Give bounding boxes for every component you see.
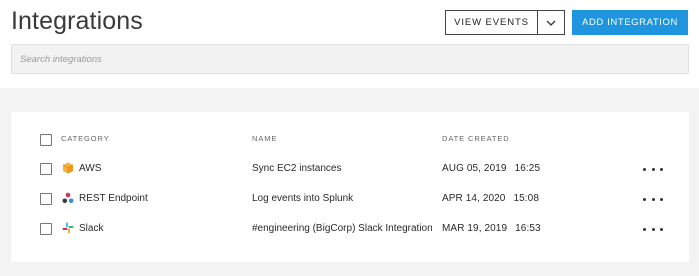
more-options-icon[interactable] [643,163,663,175]
date-value: MAR 19, 2019 [442,223,508,234]
time-value: 15:08 [513,193,539,204]
search-input[interactable] [11,44,689,74]
date-created: AUG 05, 2019 16:25 [442,163,540,174]
date-value: APR 14, 2020 [442,193,506,204]
view-events-button-group: VIEW EVENTS [445,10,565,35]
aws-cube-icon [62,162,74,174]
date-value: AUG 05, 2019 [442,163,507,174]
page-title: Integrations [11,7,143,35]
more-options-icon[interactable] [643,223,663,235]
table-header-row: CATEGORY NAME DATE CREATED [11,112,689,146]
column-header-date-created: DATE CREATED [442,134,510,143]
row-checkbox[interactable] [40,193,52,205]
select-all-checkbox[interactable] [40,134,52,146]
table-row[interactable]: AWS Sync EC2 instances AUG 05, 2019 16:25 [11,155,689,185]
time-value: 16:25 [514,163,541,174]
rest-endpoint-icon [62,192,74,204]
more-options-icon[interactable] [643,193,663,205]
view-events-dropdown-toggle[interactable] [538,11,564,34]
category-label: AWS [79,163,102,174]
table-row[interactable]: REST Endpoint Log events into Splunk APR… [11,185,689,215]
date-created: APR 14, 2020 15:08 [442,193,539,204]
integration-name: Log events into Splunk [252,193,354,204]
row-checkbox[interactable] [40,163,52,175]
time-value: 16:53 [515,223,541,234]
page-header: Integrations VIEW EVENTS ADD INTEGRATION [0,0,699,88]
column-header-category: CATEGORY [61,134,110,143]
row-checkbox[interactable] [40,223,52,235]
integration-name: #engineering (BigCorp) Slack Integration [252,223,433,234]
category-label: Slack [79,223,104,234]
table-row[interactable]: Slack #engineering (BigCorp) Slack Integ… [11,215,689,245]
integration-name: Sync EC2 instances [252,163,342,174]
category-label: REST Endpoint [79,193,148,204]
add-integration-button[interactable]: ADD INTEGRATION [572,10,688,35]
slack-icon [62,222,74,234]
integrations-table: CATEGORY NAME DATE CREATED AWS Sync EC2 … [11,112,689,262]
column-header-name: NAME [252,134,278,143]
chevron-down-icon [546,20,556,26]
view-events-button[interactable]: VIEW EVENTS [446,11,538,34]
date-created: MAR 19, 2019 16:53 [442,223,541,234]
